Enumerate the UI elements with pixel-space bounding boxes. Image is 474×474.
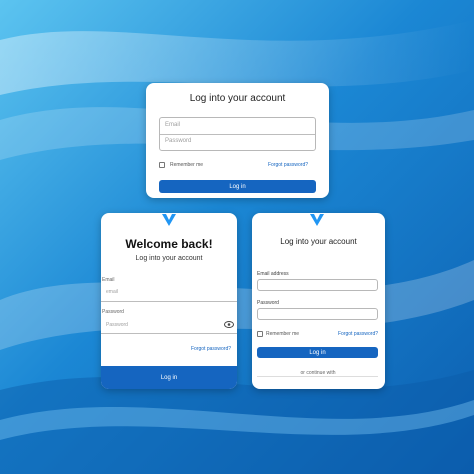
email-input[interactable]: Email [165,122,180,128]
login-button[interactable]: Log in [257,347,378,358]
card-title: Log into your account [280,237,357,246]
password-input[interactable] [257,308,378,320]
password-input[interactable]: Password [165,138,191,144]
eye-icon[interactable] [224,321,234,328]
login-card-top: Log into your account Email Password Rem… [146,83,329,198]
password-label: Password [257,300,279,306]
card-subtitle: Log into your account [135,255,203,262]
remember-me-checkbox[interactable] [257,331,263,337]
email-input[interactable] [257,279,378,291]
logo-chevron-icon [162,214,176,226]
email-label: Email [102,277,115,283]
remember-me-checkbox[interactable] [159,162,165,168]
email-input[interactable]: email [106,289,118,295]
field-divider [160,134,315,135]
remember-me-label: Remember me [266,331,300,337]
forgot-password-link[interactable]: Forgot password? [338,331,378,337]
alt-login-text: or continue with [292,370,344,376]
remember-me-label: Remember me [170,162,204,168]
welcome-heading: Welcome back! [125,237,213,251]
forgot-password-link[interactable]: Forgot password? [268,162,308,168]
divider-line [257,376,378,377]
credentials-field-group [159,117,316,151]
logo-chevron-icon [310,214,324,226]
email-label: Email address [257,271,289,277]
card-title: Log into your account [189,93,286,104]
email-underline [101,301,237,302]
login-button[interactable]: Log in [101,366,237,389]
login-card-welcome: Welcome back! Log into your account Emai… [101,213,237,389]
forgot-password-link[interactable]: Forgot password? [191,346,231,352]
password-input[interactable]: Password [106,322,128,328]
login-button[interactable]: Log in [159,180,316,193]
password-label: Password [102,309,124,315]
login-card-right: Log into your account Email address Pass… [252,213,385,389]
background-waves [0,0,474,474]
password-underline [101,333,237,334]
